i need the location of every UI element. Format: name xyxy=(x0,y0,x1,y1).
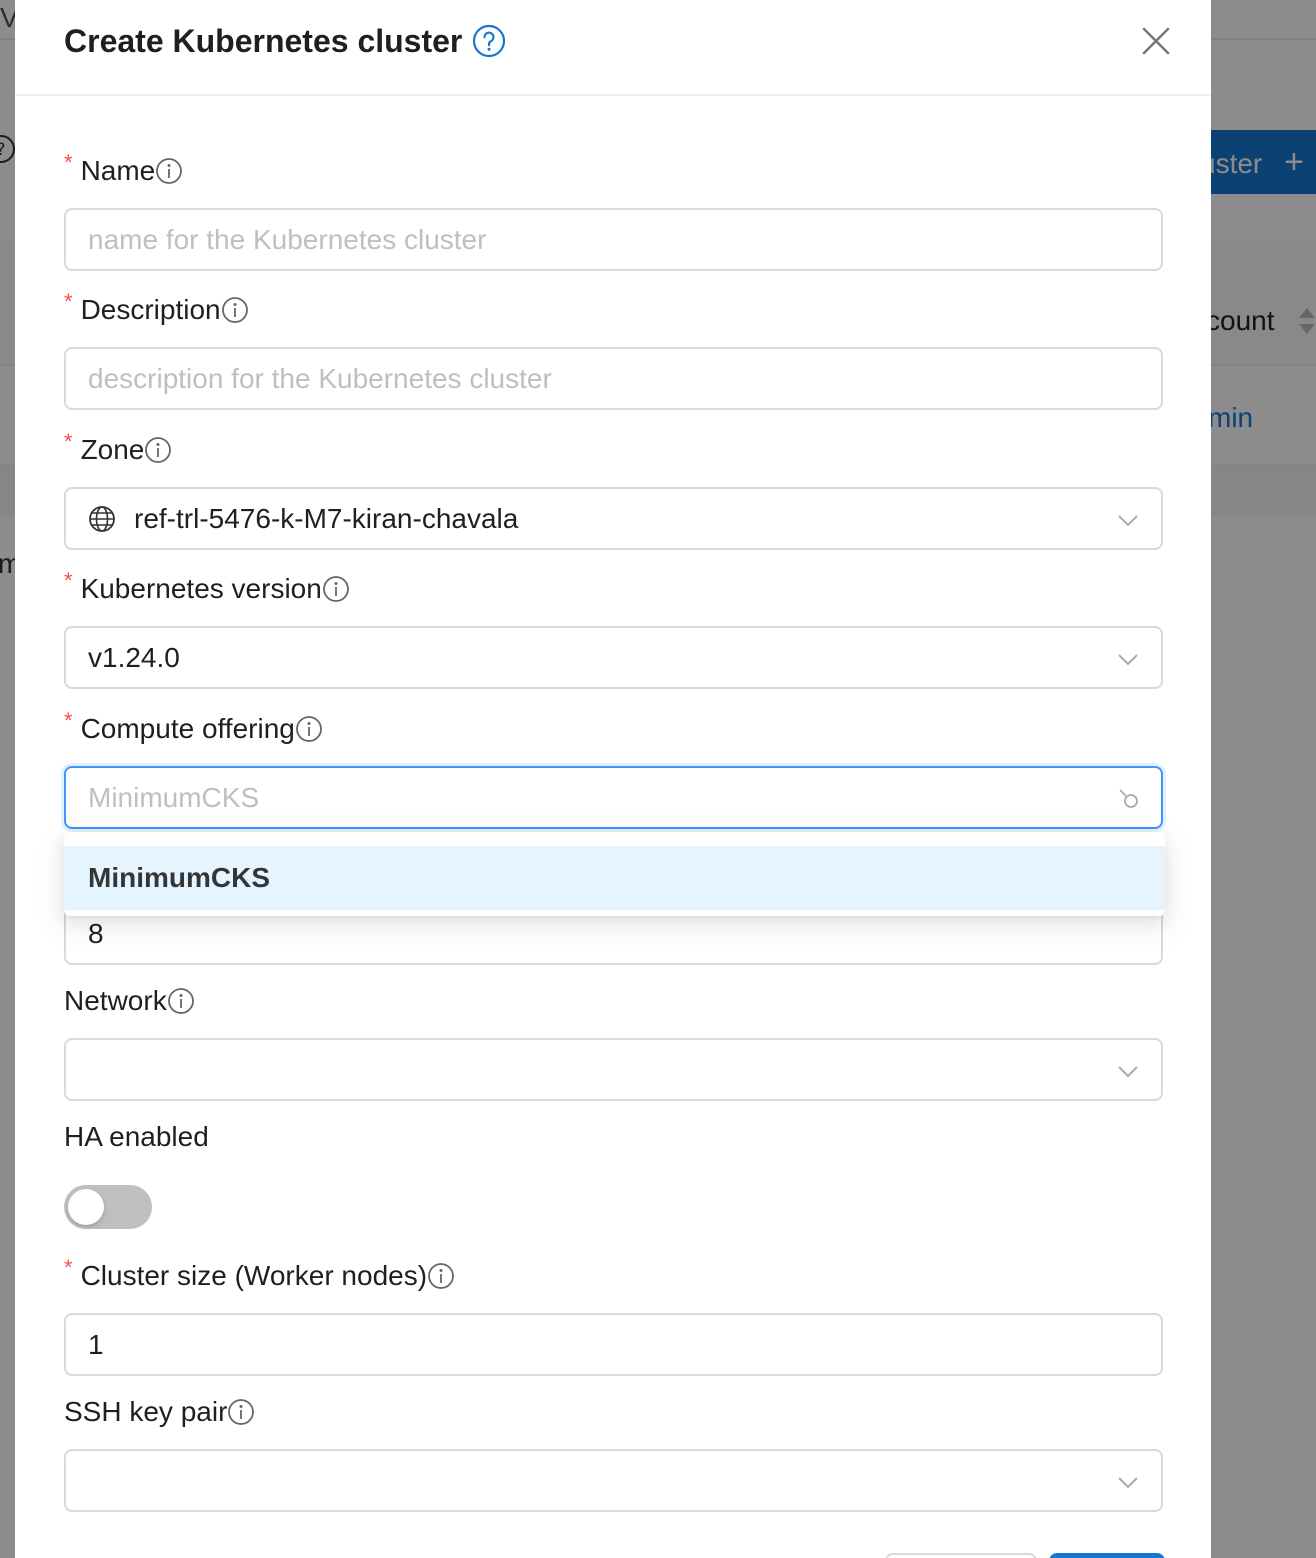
description-label-text: Description xyxy=(80,294,221,325)
description-placeholder: description for the Kubernetes cluster xyxy=(88,362,552,394)
version-label-text: Kubernetes version xyxy=(80,573,322,604)
toggle-knob xyxy=(68,1189,104,1225)
ssh-key-label-text: SSH key pair xyxy=(64,1396,228,1427)
info-circle-icon[interactable] xyxy=(295,715,323,743)
cluster-size-value: 1 xyxy=(88,1328,104,1360)
modal-title-text: Create Kubernetes cluster xyxy=(64,23,463,59)
dropdown-option[interactable]: MinimumCKS xyxy=(64,846,1165,910)
compute-offering-placeholder: MinimumCKS xyxy=(88,781,260,813)
zone-select[interactable]: ref-trl-5476-k-M7-kiran-chavala xyxy=(64,487,1163,550)
name-input[interactable]: name for the Kubernetes cluster xyxy=(64,208,1163,271)
zone-label-text: Zone xyxy=(80,434,145,465)
required-mark: * xyxy=(64,568,73,593)
description-label: * Description xyxy=(64,289,249,328)
network-label-text: Network xyxy=(64,985,167,1016)
description-input[interactable]: description for the Kubernetes cluster xyxy=(64,347,1163,410)
compute-offering-dropdown: MinimumCKS xyxy=(64,832,1165,916)
compute-offering-select[interactable]: MinimumCKS xyxy=(64,766,1163,829)
name-label: * Name xyxy=(64,150,183,189)
modal-header: Create Kubernetes cluster xyxy=(15,0,1211,96)
search-icon xyxy=(1119,789,1138,808)
version-label: * Kubernetes version xyxy=(64,568,350,607)
create-cluster-modal: Create Kubernetes cluster * Name name fo… xyxy=(15,0,1211,1558)
close-icon[interactable] xyxy=(1141,26,1171,56)
chevron-down-icon xyxy=(1118,654,1138,666)
zone-value: ref-trl-5476-k-M7-kiran-chavala xyxy=(134,502,519,534)
cluster-size-label: * Cluster size (Worker nodes) xyxy=(64,1255,455,1294)
modal-title: Create Kubernetes cluster xyxy=(64,20,506,62)
info-circle-icon[interactable] xyxy=(322,575,350,603)
info-circle-icon[interactable] xyxy=(427,1262,455,1290)
ssh-key-label: SSH key pair xyxy=(64,1394,255,1430)
chevron-down-icon xyxy=(1118,515,1138,527)
version-select[interactable]: v1.24.0 xyxy=(64,626,1163,689)
required-mark: * xyxy=(64,708,73,733)
compute-offering-label-text: Compute offering xyxy=(80,713,295,744)
required-mark: * xyxy=(64,429,73,454)
globe-icon xyxy=(89,505,115,532)
cancel-button[interactable] xyxy=(885,1553,1037,1558)
info-circle-icon[interactable] xyxy=(167,987,195,1015)
zone-label: * Zone xyxy=(64,429,172,468)
chevron-down-icon xyxy=(1118,1477,1138,1489)
cluster-size-label-text: Cluster size (Worker nodes) xyxy=(80,1260,428,1291)
ok-button[interactable] xyxy=(1049,1553,1165,1558)
ssh-key-select[interactable] xyxy=(64,1449,1163,1512)
required-mark: * xyxy=(64,150,73,175)
chevron-down-icon xyxy=(1118,1066,1138,1078)
ha-label-text: HA enabled xyxy=(64,1121,209,1152)
compute-offering-label: * Compute offering xyxy=(64,708,323,747)
info-circle-icon[interactable] xyxy=(155,157,183,185)
question-circle-icon[interactable] xyxy=(472,24,506,58)
ha-toggle[interactable] xyxy=(64,1185,152,1229)
name-placeholder: name for the Kubernetes cluster xyxy=(88,223,487,255)
version-value: v1.24.0 xyxy=(88,641,180,673)
required-mark: * xyxy=(64,289,73,314)
network-select[interactable] xyxy=(64,1038,1163,1101)
info-circle-icon[interactable] xyxy=(144,436,172,464)
info-circle-icon[interactable] xyxy=(227,1398,255,1426)
info-circle-icon[interactable] xyxy=(221,296,249,324)
ha-label: HA enabled xyxy=(64,1119,209,1155)
required-mark: * xyxy=(64,1255,73,1280)
cluster-size-input[interactable]: 1 xyxy=(64,1313,1163,1376)
name-label-text: Name xyxy=(80,155,156,186)
network-label: Network xyxy=(64,983,195,1019)
cpu-value: 8 xyxy=(88,917,104,949)
